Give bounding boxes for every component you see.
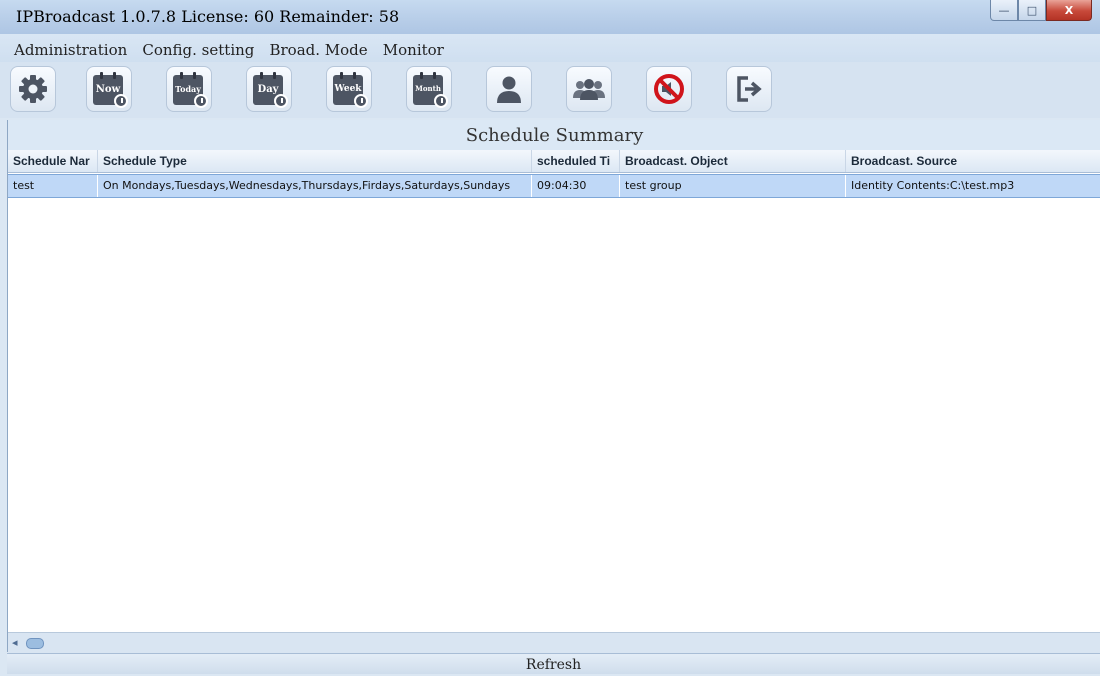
column-header-broadcast-source[interactable]: Broadcast. Source: [846, 150, 1100, 172]
now-button[interactable]: Now: [86, 66, 132, 112]
schedule-table: Schedule Nar Schedule Type scheduled Ti …: [8, 150, 1100, 198]
minimize-button[interactable]: —: [990, 0, 1018, 21]
schedule-summary-panel: Schedule Summary Schedule Nar Schedule T…: [7, 120, 1100, 653]
toolbar: Now Today Day Week Month: [0, 62, 1100, 118]
scroll-left-icon[interactable]: ◂: [12, 636, 18, 649]
calendar-clock-icon: Day: [253, 72, 288, 108]
cell-broadcast-object: test group: [620, 175, 846, 197]
exit-button[interactable]: [726, 66, 772, 112]
column-header-scheduled-time[interactable]: scheduled Ti: [532, 150, 620, 172]
window-controls: — □ X: [990, 0, 1092, 22]
user-icon: [497, 76, 521, 103]
close-icon: X: [1064, 3, 1074, 17]
window-title: IPBroadcast 1.0.7.8 License: 60 Remainde…: [16, 7, 400, 26]
cell-broadcast-source: Identity Contents:C:\test.mp3: [851, 179, 1015, 192]
group-icon: [573, 79, 605, 100]
group-button[interactable]: [566, 66, 612, 112]
day-button[interactable]: Day: [246, 66, 292, 112]
calendar-clock-icon: Week: [333, 72, 368, 108]
month-label: Month: [415, 84, 441, 93]
gear-icon: [19, 75, 47, 103]
no-sound-icon: [654, 74, 684, 104]
user-button[interactable]: [486, 66, 532, 112]
column-header-schedule-name[interactable]: Schedule Nar: [8, 150, 98, 172]
scroll-thumb[interactable]: [26, 638, 44, 649]
column-header-schedule-type[interactable]: Schedule Type: [98, 150, 532, 172]
horizontal-scrollbar[interactable]: ◂: [8, 632, 1100, 653]
calendar-clock-icon: Month: [413, 72, 448, 108]
refresh-button[interactable]: Refresh: [7, 653, 1100, 674]
panel-title: Schedule Summary: [8, 120, 1100, 150]
maximize-button[interactable]: □: [1018, 0, 1046, 21]
menu-administration[interactable]: Administration: [14, 41, 127, 59]
table-header: Schedule Nar Schedule Type scheduled Ti …: [8, 150, 1100, 173]
menu-config-setting[interactable]: Config. setting: [142, 41, 254, 59]
menu-bar: Administration Config. setting Broad. Mo…: [0, 34, 1100, 62]
title-bar: IPBroadcast 1.0.7.8 License: 60 Remainde…: [0, 0, 1100, 34]
menu-monitor[interactable]: Monitor: [383, 41, 444, 59]
cell-schedule-type: On Mondays,Tuesdays,Wednesdays,Thursdays…: [98, 175, 532, 197]
exit-icon: [737, 76, 762, 102]
minimize-icon: —: [998, 3, 1010, 17]
cell-scheduled-time: 09:04:30: [532, 175, 620, 197]
close-button[interactable]: X: [1046, 0, 1092, 21]
column-header-broadcast-object[interactable]: Broadcast. Object: [620, 150, 846, 172]
week-label: Week: [334, 84, 362, 94]
week-button[interactable]: Week: [326, 66, 372, 112]
settings-button[interactable]: [10, 66, 56, 112]
mute-button[interactable]: [646, 66, 692, 112]
today-label: Today: [175, 84, 201, 94]
menu-broad-mode[interactable]: Broad. Mode: [269, 41, 367, 59]
month-button[interactable]: Month: [406, 66, 452, 112]
today-button[interactable]: Today: [166, 66, 212, 112]
calendar-clock-icon: Today: [173, 72, 208, 108]
table-row[interactable]: test On Mondays,Tuesdays,Wednesdays,Thur…: [8, 174, 1100, 198]
maximize-icon: □: [1026, 3, 1038, 17]
calendar-clock-icon: Now: [93, 72, 128, 108]
cell-schedule-name: test: [8, 175, 98, 197]
